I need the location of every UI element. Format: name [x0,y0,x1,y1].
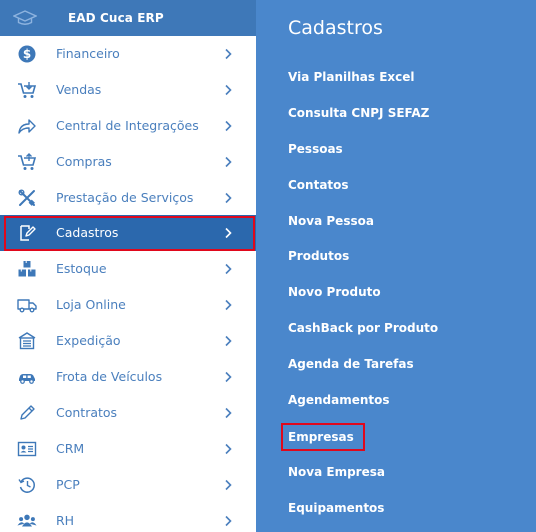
sidebar-item-vendas[interactable]: Vendas [0,72,256,108]
submenu-item-agenda-de-tarefas[interactable]: Agenda de Tarefas [288,354,414,374]
users-icon [17,512,37,530]
chevron-right-icon [225,120,232,132]
cart-icon [17,153,37,171]
app-title: EAD Cuca ERP [68,11,164,25]
sidebar-item-loja-online[interactable]: Loja Online [0,287,256,323]
sidebar-item-label: PCP [56,477,80,492]
sidebar-item-compras[interactable]: Compras [0,144,256,180]
chevron-right-icon [225,192,232,204]
id-card-icon [17,440,37,458]
submenu-item-nova-pessoa[interactable]: Nova Pessoa [288,211,374,231]
submenu-item-agendamentos[interactable]: Agendamentos [288,390,390,410]
sidebar-item-label: Estoque [56,261,107,276]
chevron-right-icon [225,156,232,168]
sidebar-item-crm[interactable]: CRM [0,431,256,467]
history-icon [17,476,37,494]
chevron-right-icon [225,479,232,491]
pencil-icon [17,404,37,422]
highlight-outline [4,216,255,251]
sidebar-item-frota-de-veiculos[interactable]: Frota de Veículos [0,359,256,395]
submenu-item-pessoas[interactable]: Pessoas [288,139,343,159]
sidebar-item-prestacao-de-servicos[interactable]: Prestação de Serviços [0,180,256,216]
sidebar-item-label: Central de Integrações [56,118,199,133]
chevron-right-icon [225,299,232,311]
submenu-item-cashback-por-produto[interactable]: CashBack por Produto [288,318,438,338]
chevron-right-icon [225,335,232,347]
truck-icon [17,296,37,314]
submenu-item-consulta-cnpj-sefaz[interactable]: Consulta CNPJ SEFAZ [288,103,429,123]
chevron-right-icon [225,407,232,419]
dollar-icon: $ [17,45,37,63]
svg-text:$: $ [23,47,31,61]
highlight-outline [281,423,365,451]
chevron-right-icon [225,443,232,455]
sidebar-item-estoque[interactable]: Estoque [0,251,256,287]
sidebar-item-rh[interactable]: RH [0,503,256,532]
submenu-item-nova-empresa[interactable]: Nova Empresa [288,462,385,482]
sidebar-item-label: RH [56,513,75,528]
chevron-right-icon [225,48,232,60]
sidebar-item-cadastros[interactable]: Cadastros [0,215,256,251]
sidebar-item-label: Contratos [56,405,118,420]
sidebar-item-central-de-integracoes[interactable]: Central de Integrações [0,108,256,144]
sidebar-item-pcp[interactable]: PCP [0,467,256,503]
cart-icon [17,81,37,99]
chevron-right-icon [225,84,232,96]
sidebar-item-label: Vendas [56,82,102,97]
sidebar-item-label: Prestação de Serviços [56,190,194,205]
sidebar-item-label: Frota de Veículos [56,369,163,384]
car-icon [17,368,37,386]
boxes-icon [17,260,37,278]
graduation-cap-icon [13,9,37,27]
chevron-right-icon [225,515,232,527]
share-icon [17,117,37,135]
sidebar-item-label: CRM [56,441,85,456]
submenu-item-equipamentos[interactable]: Equipamentos [288,498,384,518]
submenu-item-novo-produto[interactable]: Novo Produto [288,282,381,302]
sidebar-header[interactable]: EAD Cuca ERP [0,0,256,36]
submenu-item-contatos[interactable]: Contatos [288,175,349,195]
building-icon [17,332,37,350]
submenu-title: Cadastros [288,17,383,39]
sidebar-item-label: Expedição [56,333,121,348]
sidebar-item-label: Loja Online [56,297,126,312]
chevron-right-icon [225,263,232,275]
sidebar-item-label: Compras [56,154,112,169]
sidebar-item-contratos[interactable]: Contratos [0,395,256,431]
sidebar-item-financeiro[interactable]: $ Financeiro [0,36,256,72]
sidebar-item-expedicao[interactable]: Expedição [0,323,256,359]
sidebar-item-label: Financeiro [56,46,120,61]
submenu-item-produtos[interactable]: Produtos [288,246,349,266]
submenu-item-via-planilhas-excel[interactable]: Via Planilhas Excel [288,67,415,87]
chevron-right-icon [225,371,232,383]
tools-icon [17,189,37,207]
submenu-panel: Cadastros Via Planilhas Excel Consulta C… [256,0,536,532]
sidebar: EAD Cuca ERP $ Financeiro Vendas Central… [0,0,256,532]
